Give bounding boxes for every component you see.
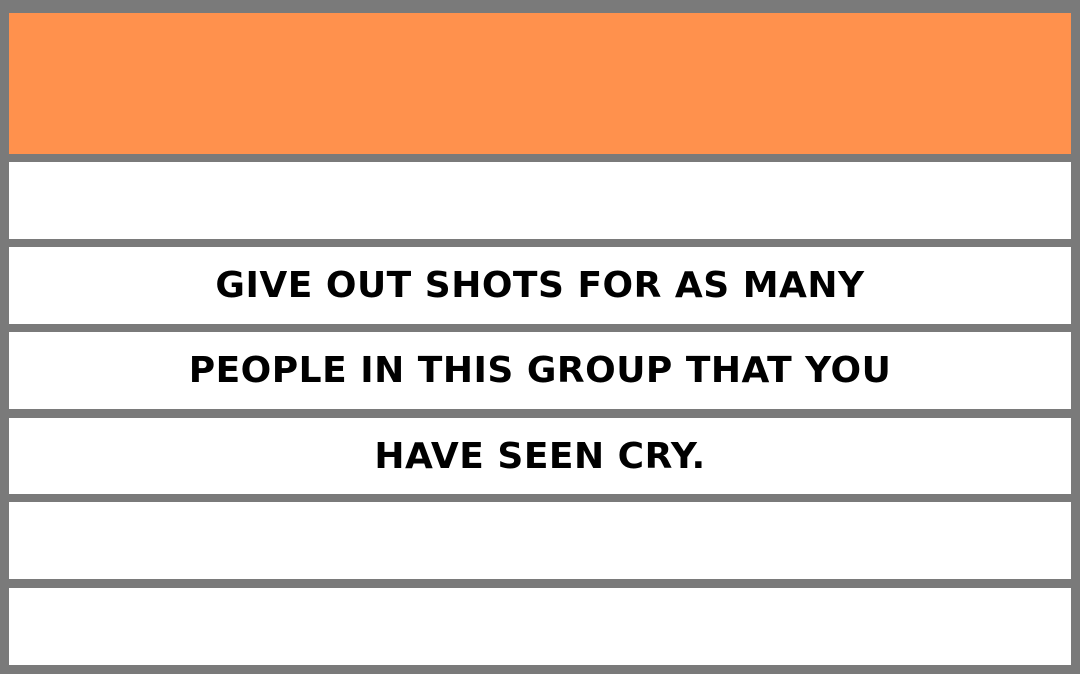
drinking-game-card: GIVE OUT SHOTS FOR AS MANY PEOPLE IN THI… [0, 0, 1080, 674]
card-row-text-2: GIVE OUT SHOTS FOR AS MANY [215, 265, 865, 306]
card-row-3: PEOPLE IN THIS GROUP THAT YOU [9, 332, 1071, 409]
card-header-band [9, 13, 1071, 154]
card-row-1 [9, 162, 1071, 239]
card-row-text-4: HAVE SEEN CRY. [374, 435, 706, 477]
card-row-2: GIVE OUT SHOTS FOR AS MANY [9, 247, 1071, 324]
card-row-text-3: PEOPLE IN THIS GROUP THAT YOU [188, 350, 892, 391]
card-row-6 [9, 588, 1071, 665]
card-row-5 [9, 502, 1071, 579]
card-row-4: HAVE SEEN CRY. [9, 418, 1071, 494]
